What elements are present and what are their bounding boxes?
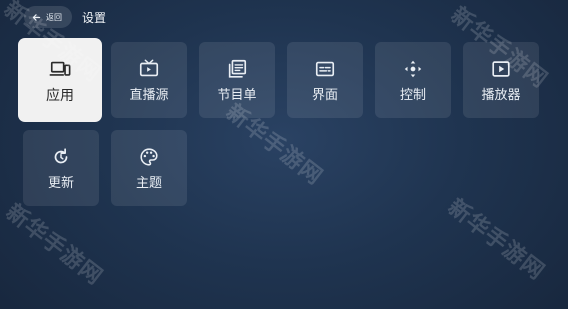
tile-interface[interactable]: 界面 [287,42,363,118]
play-box-icon [492,60,510,77]
tile-interface-label: 界面 [311,87,338,103]
tv-icon [139,59,159,76]
tile-update-label: 更新 [47,175,74,191]
refresh-icon [54,147,68,163]
library-icon [228,59,247,78]
tile-live-source-label: 直播源 [129,87,169,103]
tile-app-label: 应用 [46,87,74,104]
tile-program-list-label: 节目单 [217,87,257,103]
devices-icon [49,61,71,76]
tile-player-label: 播放器 [481,87,521,103]
dpad-icon [404,60,422,77]
tile-theme-label: 主题 [135,175,162,191]
tile-update[interactable]: 更新 [23,130,99,206]
settings-grid: 应用 直播源 节目单 界面 控制 播放器 更新 主题 [0,0,568,309]
tile-player[interactable]: 播放器 [463,42,539,118]
subtitles-icon [315,61,335,76]
palette-icon [140,147,158,166]
tile-live-source[interactable]: 直播源 [111,42,187,118]
tile-control-label: 控制 [399,87,426,103]
tile-control[interactable]: 控制 [375,42,451,118]
tile-theme[interactable]: 主题 [111,130,187,206]
tile-app[interactable]: 应用 [18,38,102,122]
tile-program-list[interactable]: 节目单 [199,42,275,118]
